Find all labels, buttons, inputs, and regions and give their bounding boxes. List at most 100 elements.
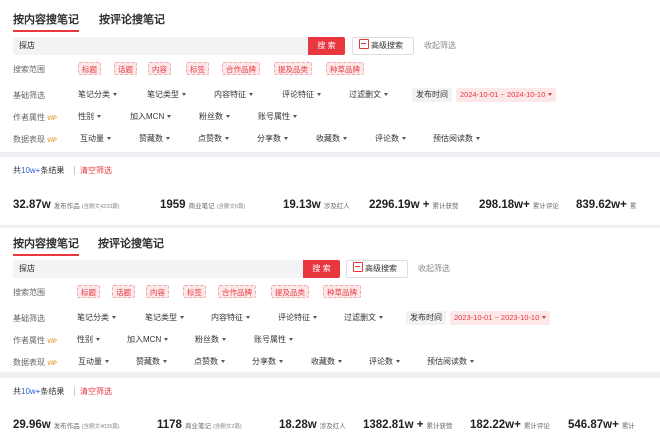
stat-label: 发布作品	[53, 203, 80, 210]
dropdown-label: 评论特征	[278, 313, 310, 322]
search-input[interactable]: 探店	[13, 37, 308, 55]
dropdown-label: 过滤删文	[344, 313, 376, 322]
dropdown-comment-feature[interactable]: 评论特征	[278, 312, 317, 324]
chevron-down-icon	[113, 93, 117, 96]
collapse-filter-link[interactable]: 收起筛选	[424, 37, 456, 55]
scope-tag-title[interactable]: 标题	[77, 285, 100, 298]
dropdown-label: 加入MCN	[130, 112, 165, 121]
chevron-down-icon	[225, 137, 229, 140]
dropdown-gender[interactable]: 性别	[78, 111, 101, 123]
dropdown-likes[interactable]: 点赞数	[198, 133, 229, 145]
dropdown-mcn[interactable]: 加入MCN	[127, 334, 169, 346]
dropdown-account-attr[interactable]: 账号属性	[254, 334, 293, 346]
chevron-down-icon	[163, 360, 167, 363]
chevron-down-icon	[279, 360, 283, 363]
stat-label: 累计评论	[532, 203, 559, 210]
clear-filter-link[interactable]: 清空筛选	[80, 165, 112, 176]
search-button[interactable]: 搜 索	[308, 37, 345, 55]
dropdown-comment-feature[interactable]: 评论特征	[282, 89, 321, 101]
tab-search-by-content[interactable]: 按内容搜笔记	[13, 11, 79, 32]
basic-filter-label: 基础筛选	[13, 314, 45, 323]
dropdown-shares[interactable]: 分享数	[252, 356, 283, 368]
dropdown-est-reads[interactable]: 预估阅读数	[433, 133, 480, 145]
chevron-down-icon	[226, 115, 230, 118]
scope-tag-label[interactable]: 标签	[186, 62, 209, 75]
dropdown-note-category[interactable]: 笔记分类	[77, 312, 116, 324]
tab-search-by-content[interactable]: 按内容搜笔记	[13, 235, 79, 256]
divider	[74, 166, 75, 175]
dropdown-interactions[interactable]: 互动量	[80, 133, 111, 145]
dropdown-label: 粉丝数	[195, 335, 219, 344]
advanced-search-button[interactable]: 高级搜索	[352, 37, 414, 55]
stat-value: 182.22w+	[470, 419, 521, 431]
publish-date-range[interactable]: 2024-10-01 ~ 2024-10-10	[456, 88, 557, 102]
search-button[interactable]: 搜 索	[303, 260, 340, 278]
scope-tag-partner-brand[interactable]: 合作品牌	[218, 285, 256, 298]
stat-comments: 182.22w+ 累计评论	[470, 415, 550, 433]
vip-badge: VIP	[47, 138, 57, 144]
chevron-down-icon	[96, 338, 100, 341]
dropdown-gender[interactable]: 性别	[77, 334, 100, 346]
tab-search-by-comment[interactable]: 按评论搜笔记	[98, 235, 164, 251]
dropdown-label: 预估阅读数	[427, 357, 467, 366]
data-perf-label: 数据表现 VIP	[13, 134, 57, 145]
stat-likes: 1382.81w + 累计获赞	[363, 415, 452, 433]
stat-label: 商业笔记	[188, 203, 215, 210]
scope-tag-topic[interactable]: 话题	[114, 62, 137, 75]
scope-tag-category[interactable]: 提及品类	[271, 285, 309, 298]
advanced-search-button[interactable]: 高级搜索	[346, 260, 408, 278]
dropdown-label: 评论特征	[282, 90, 314, 99]
dropdown-followers[interactable]: 粉丝数	[195, 334, 226, 346]
dropdown-interactions[interactable]: 互动量	[78, 356, 109, 368]
result-suffix: 条结果	[40, 387, 65, 396]
dropdown-content-feature[interactable]: 内容特征	[214, 89, 253, 101]
dropdown-label: 笔记类型	[145, 313, 177, 322]
chevron-down-icon	[343, 137, 347, 140]
tab-search-by-comment[interactable]: 按评论搜笔记	[99, 11, 165, 27]
dropdown-mcn[interactable]: 加入MCN	[130, 111, 172, 123]
dropdown-label: 点赞数	[198, 134, 222, 143]
dropdown-label: 评论数	[375, 134, 399, 143]
stat-value: 19.13w	[283, 199, 321, 211]
scope-tag-category[interactable]: 提及品类	[274, 62, 312, 75]
collapse-filter-link[interactable]: 收起筛选	[418, 260, 450, 278]
stat-label: 涉及红人	[319, 423, 346, 430]
dropdown-filter-deleted[interactable]: 过滤删文	[349, 89, 388, 101]
dropdown-note-type[interactable]: 笔记类型	[145, 312, 184, 324]
chevron-down-icon	[222, 338, 226, 341]
dropdown-followers[interactable]: 粉丝数	[199, 111, 230, 123]
scope-tag-title[interactable]: 标题	[78, 62, 101, 75]
dropdown-likes[interactable]: 点赞数	[194, 356, 225, 368]
stat-label: 累	[629, 203, 637, 210]
publish-date-range[interactable]: 2023-10-01 ~ 2023-10-10	[450, 311, 551, 325]
dropdown-shares[interactable]: 分享数	[257, 133, 288, 145]
scope-tag-seed-brand[interactable]: 种草品牌	[323, 285, 361, 298]
dropdown-collects[interactable]: 收藏数	[311, 356, 342, 368]
result-number: 10w+	[21, 387, 41, 396]
stat-value: 1178	[157, 419, 182, 431]
advanced-search-icon	[359, 39, 369, 49]
dropdown-est-reads[interactable]: 预估阅读数	[427, 356, 474, 368]
scope-tag-seed-brand[interactable]: 种草品牌	[326, 62, 364, 75]
scope-tag-content[interactable]: 内容	[148, 62, 171, 75]
dropdown-likes-collects[interactable]: 赞藏数	[139, 133, 170, 145]
dropdown-note-category[interactable]: 笔记分类	[78, 89, 117, 101]
dropdown-comments[interactable]: 评论数	[375, 133, 406, 145]
scope-tag-content[interactable]: 内容	[146, 285, 169, 298]
dropdown-note-type[interactable]: 笔记类型	[147, 89, 186, 101]
scope-tag-partner-brand[interactable]: 合作品牌	[222, 62, 260, 75]
dropdown-collects[interactable]: 收藏数	[316, 133, 347, 145]
vip-badge: VIP	[47, 339, 57, 345]
clear-filter-link[interactable]: 清空筛选	[80, 386, 112, 397]
dropdown-filter-deleted[interactable]: 过滤删文	[344, 312, 383, 324]
dropdown-content-feature[interactable]: 内容特征	[211, 312, 250, 324]
scope-tag-topic[interactable]: 话题	[112, 285, 135, 298]
chevron-down-icon	[249, 93, 253, 96]
result-count: 共10w+条结果	[13, 165, 64, 176]
dropdown-likes-collects[interactable]: 赞藏数	[136, 356, 167, 368]
scope-tag-label[interactable]: 标签	[183, 285, 206, 298]
stat-sub: (含删文4035篇)	[81, 424, 120, 430]
search-input[interactable]: 探店	[13, 260, 303, 278]
dropdown-comments[interactable]: 评论数	[369, 356, 400, 368]
dropdown-account-attr[interactable]: 账号属性	[258, 111, 297, 123]
